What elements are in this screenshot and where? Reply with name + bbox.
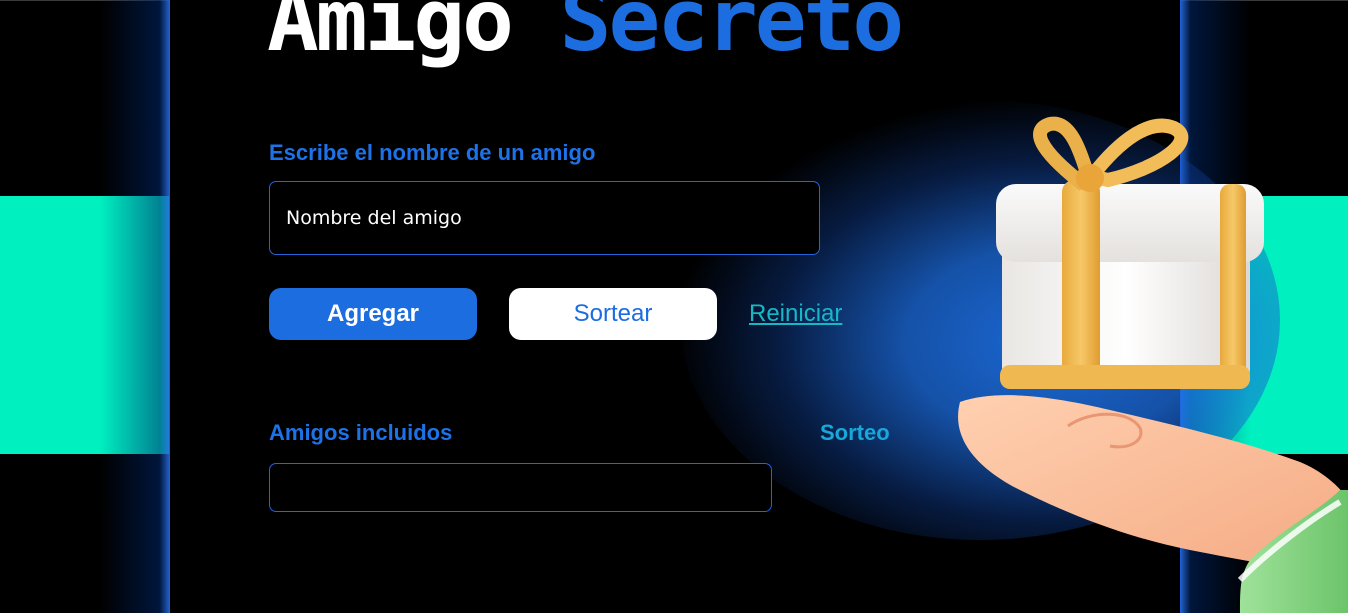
draw-button[interactable]: Sortear xyxy=(509,288,717,340)
hand xyxy=(958,395,1348,613)
included-friends-label: Amigos incluidos xyxy=(269,420,453,445)
title-part-secreto: Secreto xyxy=(559,0,904,71)
input-label: Escribe el nombre de un amigo xyxy=(269,140,596,165)
reset-link[interactable]: Reiniciar xyxy=(749,300,842,328)
friend-name-input[interactable] xyxy=(269,181,820,255)
gift-box xyxy=(996,116,1264,389)
add-button[interactable]: Agregar xyxy=(269,288,477,340)
title-part-amigo: Amigo xyxy=(267,0,514,71)
gift-on-hand-icon xyxy=(958,116,1348,613)
draw-result-label: Sorteo xyxy=(820,420,890,445)
included-friends-list xyxy=(269,463,772,512)
side-glow-left xyxy=(100,0,170,613)
page-title: Amigo Secreto xyxy=(267,0,904,64)
